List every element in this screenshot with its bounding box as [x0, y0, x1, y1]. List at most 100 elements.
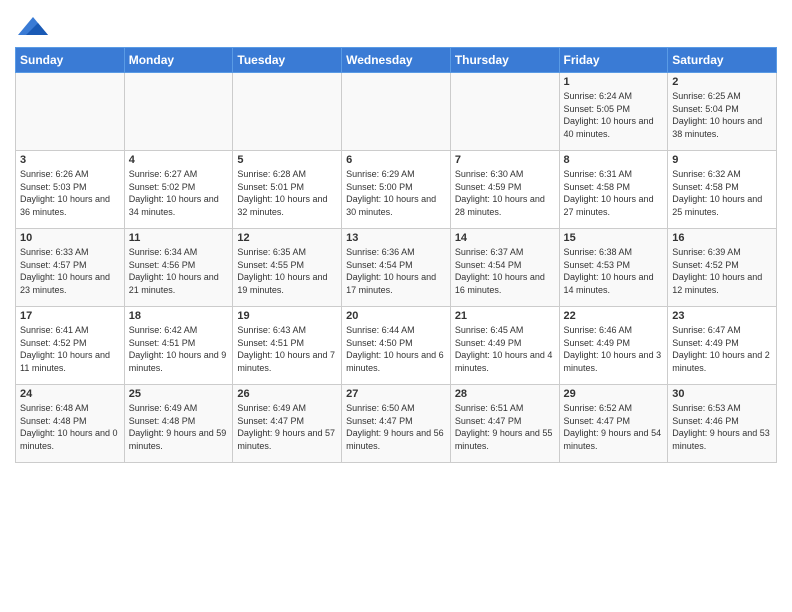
calendar-week-row: 24 Sunrise: 6:48 AMSunset: 4:48 PMDayligh… — [16, 385, 777, 463]
day-info: Sunrise: 6:36 AMSunset: 4:54 PMDaylight:… — [346, 246, 446, 296]
day-number: 6 — [346, 154, 446, 166]
day-number: 3 — [20, 154, 120, 166]
day-info: Sunrise: 6:24 AMSunset: 5:05 PMDaylight:… — [564, 90, 664, 140]
day-info: Sunrise: 6:47 AMSunset: 4:49 PMDaylight:… — [672, 324, 772, 374]
calendar-cell — [233, 73, 342, 151]
day-number: 14 — [455, 232, 555, 244]
calendar-cell: 17Sunrise: 6:41 AMSunset: 4:52 PMDayligh… — [16, 307, 125, 385]
day-number: 13 — [346, 232, 446, 244]
calendar-cell — [342, 73, 451, 151]
day-number: 22 — [564, 310, 664, 322]
day-info: Sunrise: 6:28 AMSunset: 5:01 PMDaylight:… — [237, 168, 337, 218]
day-number: 1 — [564, 76, 664, 88]
calendar-cell: 28 Sunrise: 6:51 AMSunset: 4:47 PMDayligh… — [450, 385, 559, 463]
calendar-cell: 30 Sunrise: 6:53 AMSunset: 4:46 PMDayligh… — [668, 385, 777, 463]
calendar-cell: 18Sunrise: 6:42 AMSunset: 4:51 PMDayligh… — [124, 307, 233, 385]
day-number: 28 — [455, 388, 555, 400]
day-number: 30 — [672, 388, 772, 400]
day-info: Sunrise: 6:30 AMSunset: 4:59 PMDaylight:… — [455, 168, 555, 218]
day-number: 9 — [672, 154, 772, 166]
day-number: 27 — [346, 388, 446, 400]
day-number: 4 — [129, 154, 229, 166]
day-number: 19 — [237, 310, 337, 322]
calendar-cell: 1 Sunrise: 6:24 AMSunset: 5:05 PMDaylight… — [559, 73, 668, 151]
calendar-cell — [450, 73, 559, 151]
weekday-header: Wednesday — [342, 48, 451, 73]
day-number: 29 — [564, 388, 664, 400]
calendar-week-row: 10 Sunrise: 6:33 AMSunset: 4:57 PMDayligh… — [16, 229, 777, 307]
day-info: Sunrise: 6:53 AMSunset: 4:46 PMDaylight:… — [672, 402, 772, 452]
calendar-cell: 10 Sunrise: 6:33 AMSunset: 4:57 PMDayligh… — [16, 229, 125, 307]
day-number: 12 — [237, 232, 337, 244]
calendar-cell: 16 Sunrise: 6:39 AMSunset: 4:52 PMDayligh… — [668, 229, 777, 307]
day-number: 8 — [564, 154, 664, 166]
calendar-cell: 14 Sunrise: 6:37 AMSunset: 4:54 PMDayligh… — [450, 229, 559, 307]
calendar-cell: 29 Sunrise: 6:52 AMSunset: 4:47 PMDayligh… — [559, 385, 668, 463]
calendar-cell: 9 Sunrise: 6:32 AMSunset: 4:58 PMDaylight… — [668, 151, 777, 229]
weekday-header: Tuesday — [233, 48, 342, 73]
day-info: Sunrise: 6:49 AMSunset: 4:48 PMDaylight:… — [129, 402, 229, 452]
calendar-cell: 27Sunrise: 6:50 AMSunset: 4:47 PMDayligh… — [342, 385, 451, 463]
day-number: 5 — [237, 154, 337, 166]
weekday-header: Friday — [559, 48, 668, 73]
calendar-cell: 7Sunrise: 6:30 AMSunset: 4:59 PMDaylight… — [450, 151, 559, 229]
day-number: 17 — [20, 310, 120, 322]
calendar-cell: 2 Sunrise: 6:25 AMSunset: 5:04 PMDaylight… — [668, 73, 777, 151]
calendar-week-row: 17Sunrise: 6:41 AMSunset: 4:52 PMDayligh… — [16, 307, 777, 385]
calendar-cell: 5 Sunrise: 6:28 AMSunset: 5:01 PMDaylight… — [233, 151, 342, 229]
weekday-header: Monday — [124, 48, 233, 73]
calendar-cell: 21Sunrise: 6:45 AMSunset: 4:49 PMDayligh… — [450, 307, 559, 385]
day-info: Sunrise: 6:42 AMSunset: 4:51 PMDaylight:… — [129, 324, 229, 374]
weekday-header-row: SundayMondayTuesdayWednesdayThursdayFrid… — [16, 48, 777, 73]
logo — [15, 15, 48, 39]
day-info: Sunrise: 6:32 AMSunset: 4:58 PMDaylight:… — [672, 168, 772, 218]
calendar-cell: 4 Sunrise: 6:27 AMSunset: 5:02 PMDaylight… — [124, 151, 233, 229]
calendar-cell: 12 Sunrise: 6:35 AMSunset: 4:55 PMDayligh… — [233, 229, 342, 307]
calendar-cell: 19 Sunrise: 6:43 AMSunset: 4:51 PMDayligh… — [233, 307, 342, 385]
day-number: 11 — [129, 232, 229, 244]
weekday-header: Saturday — [668, 48, 777, 73]
calendar-cell: 11Sunrise: 6:34 AMSunset: 4:56 PMDayligh… — [124, 229, 233, 307]
day-info: Sunrise: 6:51 AMSunset: 4:47 PMDaylight:… — [455, 402, 555, 452]
header — [15, 10, 777, 39]
day-number: 15 — [564, 232, 664, 244]
calendar-table: SundayMondayTuesdayWednesdayThursdayFrid… — [15, 47, 777, 463]
day-info: Sunrise: 6:27 AMSunset: 5:02 PMDaylight:… — [129, 168, 229, 218]
calendar-cell: 6 Sunrise: 6:29 AMSunset: 5:00 PMDaylight… — [342, 151, 451, 229]
day-info: Sunrise: 6:37 AMSunset: 4:54 PMDaylight:… — [455, 246, 555, 296]
calendar-cell: 24 Sunrise: 6:48 AMSunset: 4:48 PMDayligh… — [16, 385, 125, 463]
logo-icon — [18, 15, 48, 39]
day-info: Sunrise: 6:25 AMSunset: 5:04 PMDaylight:… — [672, 90, 772, 140]
day-info: Sunrise: 6:31 AMSunset: 4:58 PMDaylight:… — [564, 168, 664, 218]
day-info: Sunrise: 6:39 AMSunset: 4:52 PMDaylight:… — [672, 246, 772, 296]
calendar-week-row: 3Sunrise: 6:26 AMSunset: 5:03 PMDaylight… — [16, 151, 777, 229]
calendar-cell: 8 Sunrise: 6:31 AMSunset: 4:58 PMDaylight… — [559, 151, 668, 229]
day-info: Sunrise: 6:44 AMSunset: 4:50 PMDaylight:… — [346, 324, 446, 374]
weekday-header: Sunday — [16, 48, 125, 73]
calendar-cell: 3Sunrise: 6:26 AMSunset: 5:03 PMDaylight… — [16, 151, 125, 229]
calendar-cell — [124, 73, 233, 151]
calendar-week-row: 1 Sunrise: 6:24 AMSunset: 5:05 PMDaylight… — [16, 73, 777, 151]
calendar-cell — [16, 73, 125, 151]
day-info: Sunrise: 6:33 AMSunset: 4:57 PMDaylight:… — [20, 246, 120, 296]
day-number: 10 — [20, 232, 120, 244]
calendar-cell: 26Sunrise: 6:49 AMSunset: 4:47 PMDayligh… — [233, 385, 342, 463]
day-info: Sunrise: 6:29 AMSunset: 5:00 PMDaylight:… — [346, 168, 446, 218]
calendar-cell: 13 Sunrise: 6:36 AMSunset: 4:54 PMDayligh… — [342, 229, 451, 307]
day-info: Sunrise: 6:38 AMSunset: 4:53 PMDaylight:… — [564, 246, 664, 296]
day-info: Sunrise: 6:48 AMSunset: 4:48 PMDaylight:… — [20, 402, 120, 452]
day-number: 23 — [672, 310, 772, 322]
page-container: SundayMondayTuesdayWednesdayThursdayFrid… — [0, 0, 792, 473]
day-info: Sunrise: 6:43 AMSunset: 4:51 PMDaylight:… — [237, 324, 337, 374]
day-number: 24 — [20, 388, 120, 400]
day-number: 16 — [672, 232, 772, 244]
day-number: 25 — [129, 388, 229, 400]
day-info: Sunrise: 6:52 AMSunset: 4:47 PMDaylight:… — [564, 402, 664, 452]
calendar-cell: 23 Sunrise: 6:47 AMSunset: 4:49 PMDayligh… — [668, 307, 777, 385]
calendar-cell: 15 Sunrise: 6:38 AMSunset: 4:53 PMDayligh… — [559, 229, 668, 307]
calendar-cell: 25 Sunrise: 6:49 AMSunset: 4:48 PMDayligh… — [124, 385, 233, 463]
day-info: Sunrise: 6:35 AMSunset: 4:55 PMDaylight:… — [237, 246, 337, 296]
day-number: 26 — [237, 388, 337, 400]
day-number: 20 — [346, 310, 446, 322]
day-number: 2 — [672, 76, 772, 88]
